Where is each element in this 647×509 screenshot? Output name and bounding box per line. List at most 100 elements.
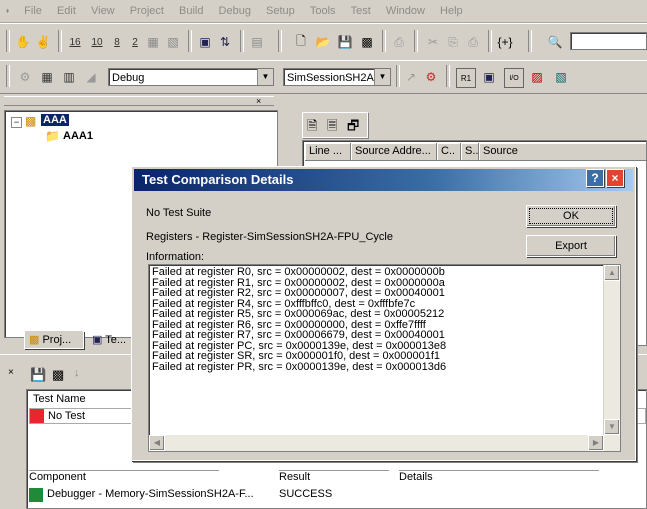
info-line: Failed at register R7, src = 0x00006679,… bbox=[152, 329, 445, 341]
scroll-down-icon[interactable]: ▼ bbox=[604, 419, 620, 435]
hand-stop-icon[interactable]: ✌ bbox=[34, 33, 52, 51]
tab-test-label: Te... bbox=[105, 334, 127, 346]
trace-icon[interactable]: ▧ bbox=[552, 68, 570, 86]
information-label: Information: bbox=[146, 251, 205, 263]
step-icon[interactable]: ⇅ bbox=[216, 33, 234, 51]
col-details[interactable]: Details bbox=[399, 470, 599, 487]
io-icon[interactable]: I/O bbox=[504, 68, 524, 88]
save-all-icon[interactable]: ▩ bbox=[358, 33, 376, 51]
hand-icon[interactable]: ✋ bbox=[14, 33, 32, 51]
print-icon[interactable]: ⎙ bbox=[390, 33, 408, 51]
menu-edit[interactable]: Edit bbox=[51, 0, 82, 17]
save-all-icon[interactable]: ▩ bbox=[52, 367, 64, 383]
col-s[interactable]: S.. bbox=[461, 143, 479, 161]
config-combo[interactable]: Debug ▼ bbox=[108, 68, 274, 86]
connect-icon[interactable]: ↗ bbox=[402, 68, 420, 86]
new-file-icon[interactable]: 🗋 bbox=[292, 33, 310, 51]
tree-root[interactable]: AAA bbox=[41, 114, 69, 126]
chevron-down-icon[interactable]: ▼ bbox=[374, 69, 390, 85]
save-icon[interactable]: 💾 bbox=[336, 33, 354, 51]
menu-view[interactable]: View bbox=[85, 0, 121, 17]
project-tab-icon: ▩ bbox=[29, 334, 40, 346]
status-badge bbox=[30, 409, 44, 423]
close-button[interactable]: × bbox=[606, 169, 624, 187]
col-details-label: Details bbox=[399, 471, 433, 483]
result-status: SUCCESS bbox=[279, 488, 333, 500]
col-line[interactable]: Line ... bbox=[305, 143, 351, 161]
collapse-icon[interactable]: − bbox=[11, 117, 22, 128]
help-button[interactable]: ? bbox=[586, 169, 604, 187]
ok-button[interactable]: OK bbox=[526, 205, 616, 227]
rebuild-icon[interactable]: ▥ bbox=[60, 68, 78, 86]
test-tab-icon: ▣ bbox=[92, 334, 103, 346]
suite-label: No Test Suite bbox=[146, 207, 212, 219]
table-row[interactable]: Debugger - Memory-SimSessionSH2A-F... SU… bbox=[29, 488, 639, 502]
col-source[interactable]: Source bbox=[479, 143, 647, 161]
registers-icon[interactable]: R1 bbox=[456, 68, 476, 88]
info-line: Failed at register PR, src = 0x0000139e,… bbox=[152, 360, 447, 373]
paste-icon[interactable]: ⎙ bbox=[464, 33, 482, 51]
radix-2-icon[interactable]: 2 bbox=[126, 33, 144, 51]
build-icon[interactable]: ▦ bbox=[38, 68, 56, 86]
menu-tools[interactable]: Tools bbox=[304, 0, 342, 17]
memory-icon[interactable]: ▣ bbox=[480, 68, 498, 86]
find-combo[interactable] bbox=[570, 32, 647, 50]
radix-16-icon[interactable]: 16 bbox=[66, 33, 84, 51]
information-textbox[interactable]: Failed at register R0, src = 0x00000002,… bbox=[148, 264, 621, 452]
menu-window[interactable]: Window bbox=[380, 0, 431, 17]
workspace-grip[interactable] bbox=[4, 96, 274, 106]
scroll-left-icon[interactable]: ◀ bbox=[149, 435, 165, 451]
export-button[interactable]: Export bbox=[526, 235, 616, 257]
menu-file[interactable]: File bbox=[18, 0, 48, 17]
test-row-label: No Test bbox=[48, 410, 86, 422]
local-icon[interactable]: ▧ bbox=[164, 33, 182, 51]
radix-8-icon[interactable]: 8 bbox=[108, 33, 126, 51]
watch-icon[interactable]: ▦ bbox=[144, 33, 162, 51]
panel-close-icon[interactable]: × bbox=[8, 367, 14, 378]
session-combo[interactable]: SimSessionSH2A-FPU_Cy ▼ bbox=[283, 68, 391, 86]
grid-icon[interactable]: ▣ bbox=[196, 33, 214, 51]
mixed-view-icon[interactable]: 🗏 bbox=[327, 117, 337, 139]
menu-project[interactable]: Project bbox=[124, 0, 170, 17]
save-icon[interactable]: 💾 bbox=[30, 367, 46, 383]
arrow-down-icon[interactable]: ↓ bbox=[74, 367, 80, 379]
scroll-up-icon[interactable]: ▲ bbox=[604, 265, 620, 281]
col-result-label: Result bbox=[279, 471, 311, 483]
menu-help[interactable]: Help bbox=[434, 0, 469, 17]
scroll-right-icon[interactable]: ▶ bbox=[588, 435, 604, 451]
menu-test[interactable]: Test bbox=[345, 0, 377, 17]
cut-icon[interactable]: ✂ bbox=[424, 33, 442, 51]
col-component[interactable]: Component bbox=[29, 470, 219, 487]
col-source-address[interactable]: Source Addre... bbox=[351, 143, 437, 161]
braces-icon[interactable]: {+} bbox=[496, 33, 514, 51]
config-icon[interactable]: ⚙ bbox=[16, 68, 34, 86]
radix-10-icon[interactable]: 10 bbox=[88, 33, 106, 51]
test-comparison-dialog: Test Comparison Details ? × No Test Suit… bbox=[131, 166, 636, 461]
toolbar-row-1: ✋ ✌ 16 10 8 2 ▦ ▧ ▣ ⇅ ▤ 🗋 📂 💾 ▩ ⎙ ✂ ⎘ ⎙ … bbox=[0, 23, 647, 61]
information-text: Failed at register R0, src = 0x00000002,… bbox=[152, 267, 592, 435]
vertical-scrollbar[interactable]: ▲ ▼ bbox=[603, 265, 620, 435]
breakpoint-icon[interactable]: ▨ bbox=[528, 68, 546, 86]
settings-gear-icon[interactable]: ⚙ bbox=[422, 68, 440, 86]
binoculars-icon[interactable]: 🔍 bbox=[546, 33, 564, 51]
open-folder-icon[interactable]: 📂 bbox=[314, 33, 332, 51]
menu-build[interactable]: Build bbox=[173, 0, 209, 17]
app-icon: ⬪ bbox=[6, 5, 10, 17]
col-result[interactable]: Result bbox=[279, 470, 389, 487]
disasm-view-icon[interactable]: 🗗 bbox=[347, 117, 359, 139]
source-view-icon[interactable]: 🗎 bbox=[307, 117, 317, 139]
copy-icon[interactable]: ⎘ bbox=[444, 33, 462, 51]
tab-project[interactable]: ▩ Proj... bbox=[24, 331, 84, 349]
workspace-icon: ▩ bbox=[25, 114, 37, 128]
col-test-name[interactable]: Test Name bbox=[33, 393, 86, 405]
menu-setup[interactable]: Setup bbox=[260, 0, 301, 17]
panel-icon[interactable]: ▤ bbox=[248, 33, 266, 51]
horizontal-scrollbar[interactable]: ◀ ▶ bbox=[149, 435, 620, 451]
close-icon[interactable]: × bbox=[256, 96, 261, 106]
menu-debug[interactable]: Debug bbox=[213, 0, 257, 17]
col-c[interactable]: C.. bbox=[437, 143, 461, 161]
chevron-down-icon[interactable]: ▼ bbox=[257, 69, 273, 85]
stop-build-icon[interactable]: ◢ bbox=[82, 68, 100, 86]
tree-child[interactable]: AAA1 bbox=[63, 130, 93, 142]
dialog-title: Test Comparison Details bbox=[134, 169, 633, 191]
